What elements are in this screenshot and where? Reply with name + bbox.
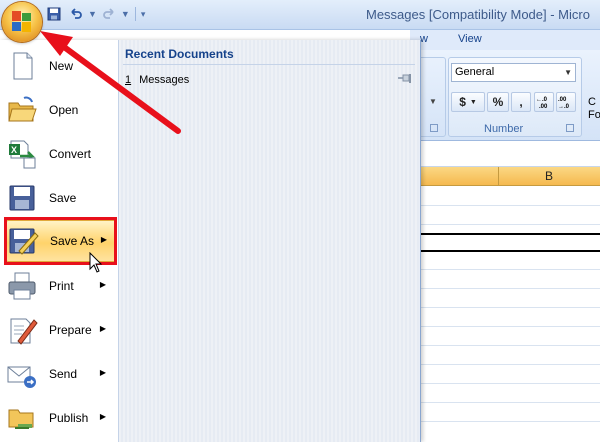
office-button[interactable] xyxy=(2,2,42,42)
office-logo-icon xyxy=(12,11,31,32)
annotation-arrow-icon xyxy=(40,31,181,134)
mouse-cursor-icon xyxy=(89,252,103,273)
